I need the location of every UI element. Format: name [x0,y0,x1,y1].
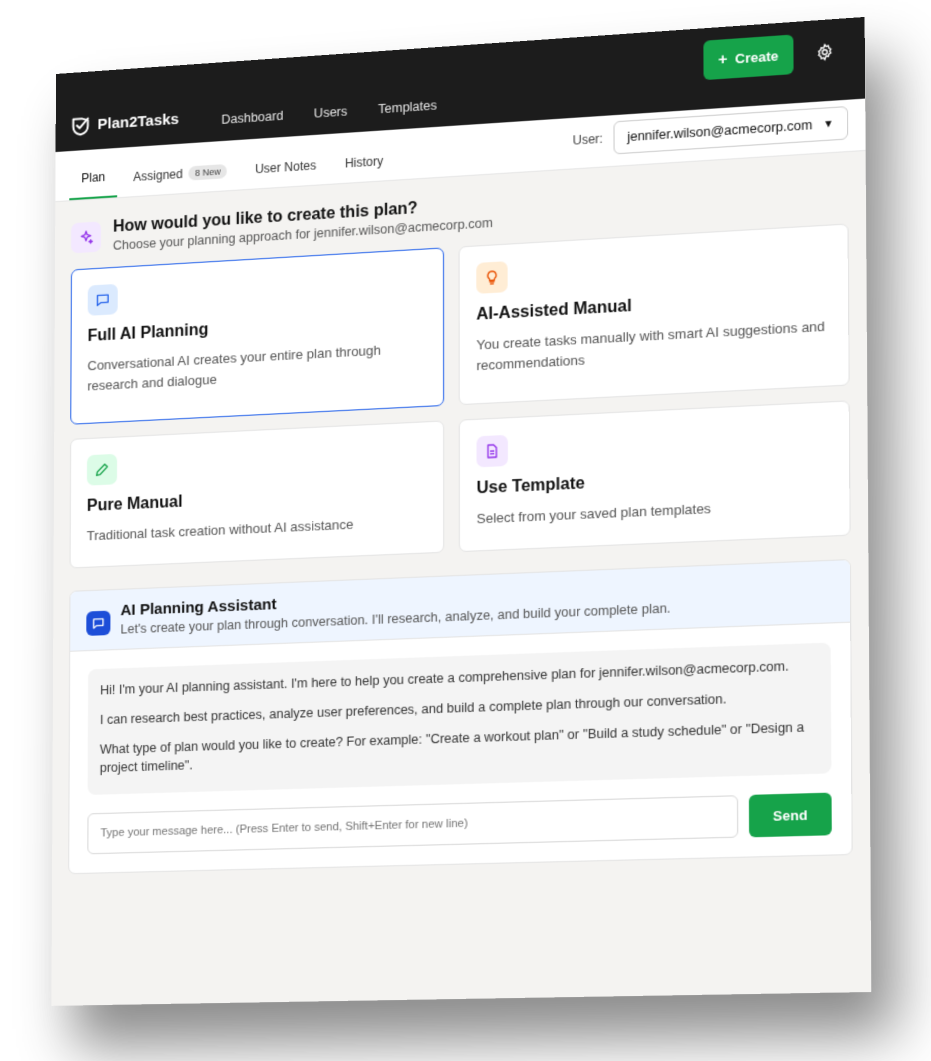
chat-icon [87,283,118,316]
option-title: Use Template [476,474,585,498]
chevron-down-icon: ▼ [823,117,834,131]
option-ai-assisted-manual[interactable]: AI-Assisted Manual You create tasks manu… [458,223,850,406]
option-use-template[interactable]: Use Template Select from your saved plan… [458,400,851,553]
plus-icon: + [718,49,728,69]
stage: Plan2Tasks Dashboard Users Templates + C… [0,0,931,1061]
option-title: Pure Manual [86,493,183,516]
planning-options: Full AI Planning Conversational AI creat… [69,223,851,569]
option-pure-manual[interactable]: Pure Manual Traditional task creation wi… [69,420,445,569]
user-select[interactable]: jennifer.wilson@acmecorp.com ▼ [613,105,849,155]
tab-user-notes[interactable]: User Notes [243,157,329,189]
app-window: Plan2Tasks Dashboard Users Templates + C… [51,16,872,1006]
chat-icon [86,610,111,636]
sparkle-icon [71,221,102,254]
main-content: How would you like to create this plan? … [52,151,870,875]
tab-assigned-label: Assigned [133,166,183,185]
ai-planning-assistant: AI Planning Assistant Let's create your … [68,558,853,875]
nav-users[interactable]: Users [314,104,347,120]
gear-icon[interactable] [815,42,835,62]
assigned-count-badge: 8 New [188,164,227,181]
tab-plan-label: Plan [81,169,106,186]
nav-dashboard[interactable]: Dashboard [221,109,283,127]
user-select-value: jennifer.wilson@acmecorp.com [627,117,813,145]
send-button[interactable]: Send [748,792,832,838]
pencil-icon [86,453,118,486]
create-label: Create [734,47,779,67]
option-description: You create tasks manually with smart AI … [476,318,825,374]
document-icon [476,434,508,468]
option-description: Select from your saved plan templates [476,500,711,527]
assistant-conversation: Hi! I'm your AI planning assistant. I'm … [70,623,852,796]
option-description: Conversational AI creates your entire pl… [87,342,381,394]
brand-name: Plan2Tasks [97,110,180,133]
create-button[interactable]: + Create [703,34,794,81]
user-label: User: [572,131,603,148]
tab-user-notes-label: User Notes [255,158,317,177]
tab-plan[interactable]: Plan [69,169,118,201]
message-input[interactable] [87,795,739,855]
option-full-ai-planning[interactable]: Full AI Planning Conversational AI creat… [70,247,445,425]
brand-logo[interactable]: Plan2Tasks [70,108,179,137]
nav-templates[interactable]: Templates [378,98,437,116]
tab-history-label: History [344,153,384,171]
checkmark-shield-icon [72,117,89,136]
option-description: Traditional task creation without AI ass… [86,516,354,544]
assistant-message: Hi! I'm your AI planning assistant. I'm … [87,642,832,795]
tab-history[interactable]: History [333,153,396,184]
lightbulb-icon [476,261,508,294]
